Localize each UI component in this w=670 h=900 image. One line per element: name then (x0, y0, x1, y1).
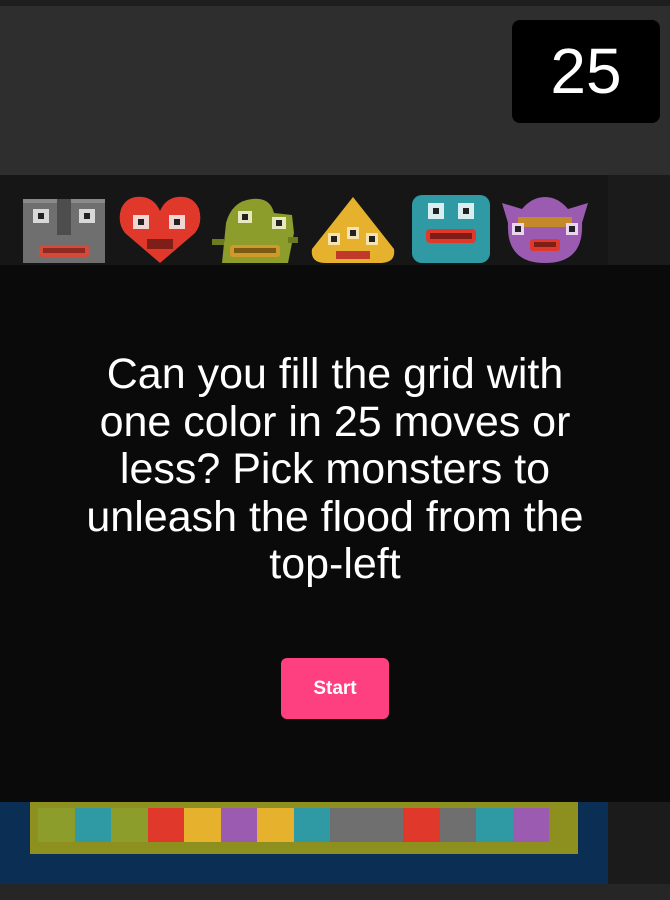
board-cell (147, 808, 184, 842)
moves-counter: 25 (512, 20, 660, 123)
green-lizard-monster-button[interactable] (212, 193, 298, 263)
red-heart-monster-button[interactable] (117, 193, 203, 263)
board-cell (257, 808, 294, 842)
monster-palette (0, 175, 608, 265)
board-cell (184, 808, 221, 842)
green-lizard-icon (212, 198, 298, 263)
purple-fish-monster-button[interactable] (502, 193, 588, 263)
board-cell (403, 808, 440, 842)
teal-blob-icon (412, 195, 490, 263)
board-cell (330, 808, 367, 842)
yellow-cone-monster-button[interactable] (310, 193, 396, 263)
board-row (38, 808, 549, 842)
yellow-cone-icon (311, 197, 395, 263)
board-cell (366, 808, 403, 842)
purple-fish-icon (502, 197, 588, 263)
board-cell (512, 808, 549, 842)
game-board-area (0, 802, 608, 884)
grey-robot-monster-button[interactable] (21, 193, 107, 263)
start-button[interactable]: Start (281, 658, 389, 719)
board-cell (439, 808, 476, 842)
bottom-strip (0, 884, 670, 900)
game-board (30, 802, 578, 854)
intro-overlay: Can you fill the grid with one color in … (0, 265, 670, 802)
board-cell (38, 808, 75, 842)
board-cell (74, 808, 111, 842)
board-cell (476, 808, 513, 842)
red-heart-icon (119, 196, 201, 263)
board-cell (293, 808, 330, 842)
intro-message: Can you fill the grid with one color in … (86, 350, 584, 588)
board-cell (111, 808, 148, 842)
board-cell (220, 808, 257, 842)
top-bar: 25 (0, 0, 670, 175)
grey-robot-icon (23, 199, 105, 263)
teal-blob-monster-button[interactable] (408, 193, 494, 263)
